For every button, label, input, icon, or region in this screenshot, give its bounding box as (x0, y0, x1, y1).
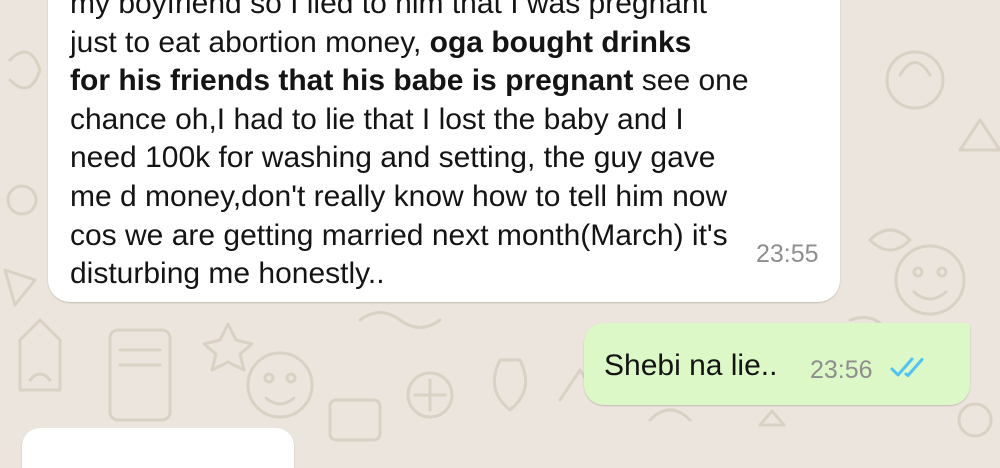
message-line: my boyfriend so I lied to him that I was… (70, 0, 707, 20)
message-line: see one (633, 64, 749, 98)
double-check-icon (890, 357, 924, 377)
bold-message-span: for his friends that his babe is pregnan… (70, 64, 634, 98)
message-line: chance oh,I had to lie that I lost the b… (70, 102, 684, 136)
message-timestamp: 23:56 (810, 356, 873, 384)
incoming-message-bubble[interactable]: my boyfriend so I lied to him that I was… (48, 0, 840, 302)
next-incoming-message-bubble[interactable] (22, 428, 294, 468)
outgoing-message-bubble[interactable]: Shebi na lie.. 23:56 (584, 323, 970, 405)
message-timestamp: 23:55 (756, 240, 819, 268)
bold-message-span: oga bought drinks (429, 25, 692, 59)
incoming-message-text: my boyfriend so I lied to him that I was… (70, 0, 770, 294)
message-line: cos we are getting married next month(Ma… (70, 218, 728, 252)
message-line: me d money,don't really know how to tell… (70, 179, 728, 213)
outgoing-message-text: Shebi na lie.. (604, 349, 778, 382)
message-line: just to eat abortion money, (70, 25, 430, 59)
message-line: disturbing me honestly.. (70, 257, 385, 291)
message-line: need 100k for washing and setting, the g… (70, 141, 716, 175)
